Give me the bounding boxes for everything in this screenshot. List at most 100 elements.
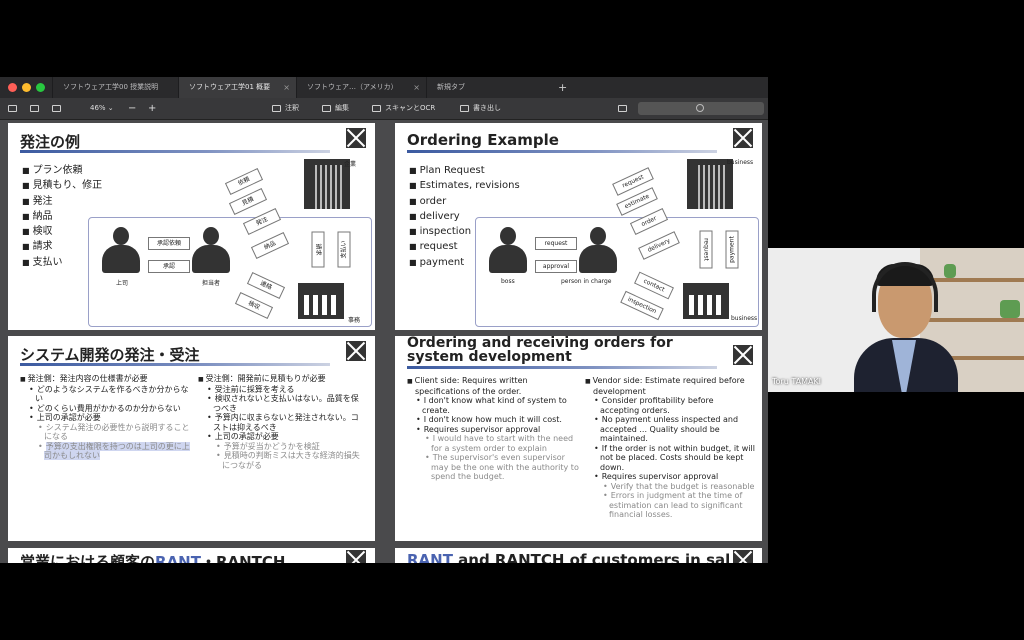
tab-label: ソフトウェア…（アメリカ） xyxy=(307,83,398,91)
zoom-in-button[interactable]: + xyxy=(148,98,156,119)
slide-system-jp: システム開発の発注・受注 発注側：発注内容の仕様書が必要 どのようなシステムを作… xyxy=(8,336,375,541)
column-heading: Vendor side: Estimate required before de… xyxy=(585,376,755,396)
tab-new[interactable]: 新規タブ xyxy=(426,77,552,98)
list-item: 見積もり、修正 xyxy=(22,178,103,193)
slide-title: システム開発の発注・受注 xyxy=(20,346,200,364)
title-part: and RANTCH of customers in sal xyxy=(452,551,731,563)
sub-list-item: 見積時の判断ミスは大きな経済的損失につながる xyxy=(198,451,363,470)
title-line: Ordering and receiving orders for xyxy=(407,336,673,351)
university-logo-icon xyxy=(346,128,366,148)
tab-bar: ソフトウェア工学00 授業説明 ソフトウェア工学01 概要 × ソフトウェア…（ア… xyxy=(0,77,768,98)
arrow-payment: payment xyxy=(725,230,739,269)
scan-ocr-button[interactable]: スキャンとOCR xyxy=(372,98,435,119)
zoom-window-button[interactable] xyxy=(36,83,45,92)
title-rule xyxy=(407,150,717,153)
slide-ordering-jp: 発注の例 プラン依頼 見積もり、修正 発注 納品 検収 請求 支払い 上司 担当… xyxy=(8,123,375,330)
thumbnail-view-icon[interactable] xyxy=(30,98,43,119)
search-icon xyxy=(696,104,704,112)
title-part: ・RANTCH xyxy=(200,553,286,563)
new-tab-button[interactable]: + xyxy=(558,77,567,98)
university-logo-icon xyxy=(346,341,366,361)
university-logo-icon xyxy=(346,550,366,563)
arrow-invoice: request xyxy=(699,230,713,269)
list-item: 発注 xyxy=(22,194,102,209)
close-tab-icon[interactable]: × xyxy=(283,77,290,98)
list-item: Consider profitability before accepting … xyxy=(585,396,755,415)
slide-title: Ordering and receiving orders for system… xyxy=(407,336,673,364)
arrow-approval-request: 承認依頼 xyxy=(148,237,190,250)
column-heading: 受注側：開発前に見積もりが必要 xyxy=(198,374,363,385)
tab-lecture-00[interactable]: ソフトウェア工学00 授業説明 xyxy=(52,77,178,98)
tab-software-america[interactable]: ソフトウェア…（アメリカ） × xyxy=(296,77,426,98)
slide-rant-en: RANT and RANTCH of customers in sal xyxy=(395,548,762,563)
document-area: 発注の例 プラン依頼 見積もり、修正 発注 納品 検収 請求 支払い 上司 担当… xyxy=(0,120,768,563)
annotate-icon xyxy=(272,104,281,112)
pdf-viewer-window: ソフトウェア工学00 授業説明 ソフトウェア工学01 概要 × ソフトウェア…（ア… xyxy=(0,77,768,563)
title-rule xyxy=(20,363,330,366)
annotate-button[interactable]: 注釈 xyxy=(272,98,299,119)
arrow-approval: 承認 xyxy=(148,260,190,273)
sub-list-item: システム発注の必要性から説明することになる xyxy=(20,423,190,442)
boss-label: boss xyxy=(501,278,515,285)
company-label: 企業 xyxy=(344,161,357,168)
edit-label: 編集 xyxy=(335,104,349,112)
boss-label: 上司 xyxy=(116,280,129,287)
sub-list-item: I would have to start with the need for … xyxy=(407,434,579,453)
sub-list-item: 予算が妥当かどうかを検証 xyxy=(198,442,363,452)
slide-title: Ordering Example xyxy=(407,131,559,149)
zoom-out-button[interactable]: − xyxy=(128,98,136,119)
office-label: business xyxy=(731,315,758,322)
plant-icon xyxy=(944,264,956,278)
list-item: Plan Request xyxy=(409,163,520,178)
export-icon xyxy=(460,104,469,112)
list-item: どのくらい費用がかかるのか分からない xyxy=(20,404,190,414)
client-side-column: 発注側：発注内容の仕様書が必要 どのようなシステムを作るべきか分からない どのく… xyxy=(20,374,190,461)
shelf-board xyxy=(920,278,1024,282)
vendor-side-column: 受注側：開発前に見積もりが必要 受注前に採算を考える 検収されないと支払いはない… xyxy=(198,374,363,470)
export-button[interactable]: 書き出し xyxy=(460,98,501,119)
office-building-icon xyxy=(683,283,729,319)
university-logo-icon xyxy=(733,345,753,365)
title-part-rant: RANT xyxy=(155,553,201,563)
title-line: system development xyxy=(407,349,572,365)
person-label: person in charge xyxy=(561,278,612,285)
search-input[interactable] xyxy=(638,102,764,115)
boss-icon xyxy=(102,227,140,273)
highlighted-sub-item: 予算の支出権限を持つのは上司の更に上司かもしれない xyxy=(44,441,190,460)
list-item: I don't know what kind of system to crea… xyxy=(407,396,579,415)
person-in-charge-icon xyxy=(579,227,617,273)
text-edit-icon xyxy=(322,104,331,112)
minimize-window-button[interactable] xyxy=(22,83,31,92)
arrow-approval: approval xyxy=(535,260,577,273)
zoom-select[interactable]: 46% ⌄ xyxy=(90,98,114,119)
window-controls xyxy=(8,83,45,92)
list-item: 上司の承認が必要 xyxy=(20,413,190,423)
share-icon[interactable] xyxy=(618,98,631,119)
title-part: 営業における顧客の xyxy=(20,553,156,563)
page-layout-icon[interactable] xyxy=(52,98,65,119)
boss-icon xyxy=(489,227,527,273)
list-item: 検収されないと支払いはない。品質を保つべき xyxy=(198,394,363,413)
tab-lecture-01[interactable]: ソフトウェア工学01 概要 × xyxy=(178,77,296,98)
university-logo-icon xyxy=(733,128,753,148)
column-heading: Client side: Requires written specificat… xyxy=(407,376,579,396)
scan-icon xyxy=(372,104,381,112)
tab-label: 新規タブ xyxy=(437,83,465,91)
edit-button[interactable]: 編集 xyxy=(322,98,349,119)
slide-title: 発注の例 xyxy=(20,133,81,151)
list-item: order xyxy=(409,194,520,209)
column-heading: 発注側：発注内容の仕様書が必要 xyxy=(20,374,190,385)
video-tile: Toru TAMAKI xyxy=(768,248,1024,392)
sub-list-item: Verify that the budget is reasonable xyxy=(585,482,755,492)
list-item: If the order is not within budget, it wi… xyxy=(585,444,755,473)
arrow-invoice: 請求 xyxy=(311,231,325,268)
client-side-column: Client side: Requires written specificat… xyxy=(407,376,579,482)
list-item: Requires supervisor approval xyxy=(407,425,579,435)
close-tab-icon[interactable]: × xyxy=(413,77,420,98)
university-logo-icon xyxy=(733,550,753,563)
sidebar-toggle-icon[interactable] xyxy=(8,98,21,119)
arrow-payment: 支払い xyxy=(337,231,351,268)
list-item: 受注前に採算を考える xyxy=(198,385,363,395)
close-window-button[interactable] xyxy=(8,83,17,92)
shelf-board xyxy=(920,318,1024,322)
